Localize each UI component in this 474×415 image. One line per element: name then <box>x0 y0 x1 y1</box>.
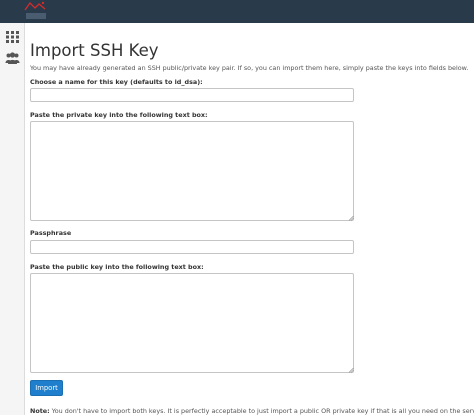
resize-handle-icon[interactable] <box>348 367 354 373</box>
grid-icon[interactable] <box>0 26 24 48</box>
top-bar <box>0 0 474 23</box>
key-name-input[interactable] <box>30 88 354 102</box>
import-button[interactable]: Import <box>30 380 63 396</box>
private-key-textarea[interactable] <box>30 121 354 221</box>
public-key-label: Paste the public key into the following … <box>30 263 204 271</box>
resize-handle-icon[interactable] <box>348 215 354 221</box>
intro-text: You may have already generated an SSH pu… <box>30 64 469 72</box>
main-content: Import SSH Key You may have already gene… <box>30 23 474 415</box>
note-prefix: Note: <box>30 407 50 415</box>
private-key-label: Paste the private key into the following… <box>30 111 208 119</box>
passphrase-input[interactable] <box>30 240 354 254</box>
page-title: Import SSH Key <box>30 41 159 60</box>
passphrase-label: Passphrase <box>30 229 72 237</box>
note-body: You don't have to import both keys. It i… <box>49 407 474 415</box>
public-key-textarea[interactable] <box>30 273 354 373</box>
users-icon[interactable] <box>0 47 24 69</box>
key-name-label: Choose a name for this key (defaults to … <box>30 78 203 86</box>
logo[interactable] <box>24 0 50 20</box>
sidebar <box>0 23 25 415</box>
note-text: Note: You don't have to import both keys… <box>30 407 474 415</box>
